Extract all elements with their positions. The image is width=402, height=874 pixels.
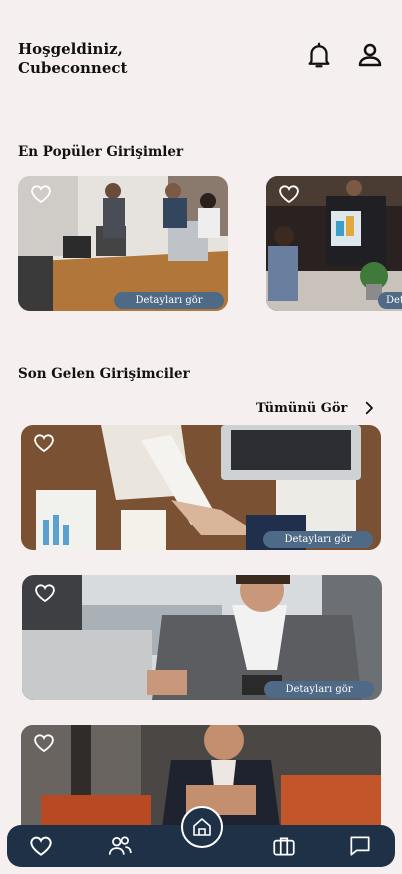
home-icon	[193, 818, 211, 836]
chat-icon[interactable]	[347, 833, 373, 859]
popular-card[interactable]: Detayları gör	[18, 176, 228, 311]
home-button[interactable]	[181, 806, 223, 848]
entrepreneur-card[interactable]: Detayları gör	[22, 575, 382, 700]
greeting: Hoşgeldiniz, Cubeconnect	[18, 40, 218, 78]
details-button[interactable]: Detayları gör	[378, 292, 402, 309]
heart-icon[interactable]	[32, 581, 58, 605]
popular-card[interactable]: Detayları gör	[266, 176, 402, 311]
bell-icon[interactable]	[304, 40, 334, 70]
recent-section-title: Son Gelen Girişimciler	[18, 366, 190, 382]
details-button[interactable]: Detayları gör	[114, 292, 224, 309]
heart-icon[interactable]	[28, 182, 54, 206]
heart-icon[interactable]	[31, 431, 57, 455]
heart-icon[interactable]	[28, 833, 54, 859]
heart-icon[interactable]	[276, 182, 302, 206]
popular-section-title: En Popüler Girişimler	[18, 144, 184, 160]
chevron-right-icon[interactable]	[360, 399, 378, 417]
user-icon[interactable]	[355, 40, 385, 70]
entrepreneur-card[interactable]: Detayları gör	[21, 425, 381, 550]
heart-icon[interactable]	[31, 731, 57, 755]
details-button[interactable]: Detayları gör	[264, 681, 374, 698]
users-icon[interactable]	[107, 833, 133, 859]
briefcase-icon[interactable]	[271, 833, 297, 859]
greeting-line-1: Hoşgeldiniz,	[18, 40, 123, 58]
see-all-link[interactable]: Tümünü Gör	[256, 401, 347, 416]
greeting-line-2: Cubeconnect	[18, 59, 128, 77]
details-button[interactable]: Detayları gör	[263, 531, 373, 548]
